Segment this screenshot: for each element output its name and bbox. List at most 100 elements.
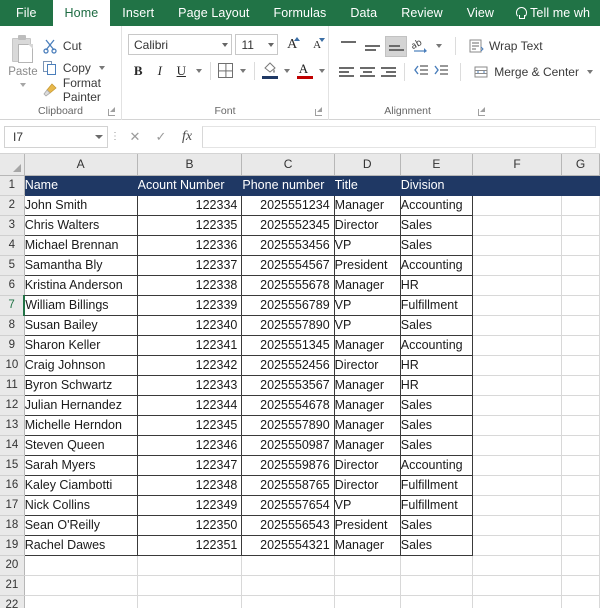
orientation-dropdown-caret[interactable] bbox=[436, 44, 443, 48]
cell-E20[interactable] bbox=[400, 555, 474, 576]
formula-input[interactable] bbox=[202, 125, 596, 148]
cell-A3[interactable]: Chris Walters bbox=[23, 215, 138, 236]
paste-button[interactable]: Paste bbox=[4, 32, 42, 101]
row-header-12[interactable]: 12 bbox=[0, 395, 25, 416]
cell-C17[interactable]: 2025557654 bbox=[241, 495, 335, 516]
cell-C2[interactable]: 2025551234 bbox=[241, 195, 335, 216]
cell-A19[interactable]: Rachel Dawes bbox=[23, 535, 138, 556]
cell-A21[interactable] bbox=[24, 575, 138, 596]
cell-A7[interactable]: William Billings bbox=[23, 295, 138, 316]
cell-B12[interactable]: 122344 bbox=[137, 395, 243, 416]
increase-font-size-button[interactable]: A bbox=[281, 34, 303, 55]
alignment-dialog-launcher[interactable] bbox=[478, 107, 487, 116]
confirm-entry-button[interactable]: ✓ bbox=[148, 126, 174, 148]
chevron-down-icon[interactable] bbox=[95, 134, 103, 139]
cell-D5[interactable]: President bbox=[334, 255, 401, 276]
clipboard-dialog-launcher[interactable] bbox=[108, 107, 117, 116]
cell-D19[interactable]: Manager bbox=[334, 535, 401, 556]
merge-and-center-button[interactable]: Merge & Center bbox=[473, 61, 600, 83]
tell-me-box[interactable]: Tell me wh bbox=[506, 0, 600, 26]
cell-G10[interactable] bbox=[561, 355, 600, 376]
cell-G19[interactable] bbox=[561, 535, 600, 556]
cell-F9[interactable] bbox=[472, 335, 563, 356]
cell-E5[interactable]: Accounting bbox=[400, 255, 474, 276]
cell-A9[interactable]: Sharon Keller bbox=[23, 335, 138, 356]
cell-G8[interactable] bbox=[561, 315, 600, 336]
tab-insert[interactable]: Insert bbox=[110, 0, 166, 26]
insert-function-button[interactable]: fx bbox=[174, 126, 200, 148]
cell-A4[interactable]: Michael Brennan bbox=[23, 235, 138, 256]
cell-G16[interactable] bbox=[561, 475, 600, 496]
row-header-11[interactable]: 11 bbox=[0, 375, 25, 396]
cell-B7[interactable]: 122339 bbox=[137, 295, 243, 316]
column-header-e[interactable]: E bbox=[400, 154, 474, 176]
row-header-17[interactable]: 17 bbox=[0, 495, 25, 516]
cell-F2[interactable] bbox=[472, 195, 563, 216]
cell-D11[interactable]: Manager bbox=[334, 375, 401, 396]
cell-F3[interactable] bbox=[472, 215, 563, 236]
cell-B21[interactable] bbox=[137, 575, 243, 596]
cell-A22[interactable] bbox=[24, 595, 138, 608]
row-header-18[interactable]: 18 bbox=[0, 515, 25, 536]
row-header-19[interactable]: 19 bbox=[0, 535, 25, 556]
cell-B16[interactable]: 122348 bbox=[137, 475, 243, 496]
decrease-indent-button[interactable] bbox=[411, 62, 430, 83]
row-header-5[interactable]: 5 bbox=[0, 255, 25, 276]
cell-E9[interactable]: Accounting bbox=[400, 335, 474, 356]
cell-E10[interactable]: HR bbox=[400, 355, 474, 376]
tab-view[interactable]: View bbox=[455, 0, 506, 26]
cell-G4[interactable] bbox=[561, 235, 600, 256]
column-header-c[interactable]: C bbox=[241, 154, 335, 176]
row-header-2[interactable]: 2 bbox=[0, 195, 25, 216]
cell-C12[interactable]: 2025554678 bbox=[241, 395, 335, 416]
cell-G20[interactable] bbox=[561, 555, 600, 576]
cell-A6[interactable]: Kristina Anderson bbox=[23, 275, 138, 296]
cell-E14[interactable]: Sales bbox=[400, 435, 474, 456]
cell-B13[interactable]: 122345 bbox=[137, 415, 243, 436]
cell-C19[interactable]: 2025554321 bbox=[241, 535, 335, 556]
cell-B6[interactable]: 122338 bbox=[137, 275, 243, 296]
cell-G22[interactable] bbox=[561, 595, 600, 608]
wrap-text-button[interactable]: Wrap Text bbox=[468, 35, 547, 57]
cut-button[interactable]: Cut bbox=[42, 35, 121, 57]
borders-dropdown-caret[interactable] bbox=[239, 68, 246, 73]
font-name-combo[interactable]: Calibri bbox=[128, 34, 233, 55]
font-color-dropdown-caret[interactable] bbox=[318, 68, 325, 73]
cell-B10[interactable]: 122342 bbox=[137, 355, 243, 376]
cell-B14[interactable]: 122346 bbox=[137, 435, 243, 456]
cell-D18[interactable]: President bbox=[334, 515, 401, 536]
tab-review[interactable]: Review bbox=[389, 0, 455, 26]
row-header-14[interactable]: 14 bbox=[0, 435, 25, 456]
cell-G21[interactable] bbox=[561, 575, 600, 596]
cell-C20[interactable] bbox=[241, 555, 335, 576]
cell-F7[interactable] bbox=[472, 295, 563, 316]
row-header-9[interactable]: 9 bbox=[0, 335, 25, 356]
align-bottom-button[interactable] bbox=[385, 35, 408, 57]
cell-D6[interactable]: Manager bbox=[334, 275, 401, 296]
cell-B5[interactable]: 122337 bbox=[137, 255, 243, 276]
cell-C15[interactable]: 2025559876 bbox=[241, 455, 335, 476]
header-cell-B1[interactable]: Acount Number bbox=[137, 174, 243, 196]
fill-color-button[interactable] bbox=[260, 60, 281, 81]
cell-B4[interactable]: 122336 bbox=[137, 235, 243, 256]
tab-page-layout[interactable]: Page Layout bbox=[166, 0, 261, 26]
header-cell-D1[interactable]: Title bbox=[334, 174, 401, 196]
row-header-20[interactable]: 20 bbox=[0, 555, 25, 576]
row-header-21[interactable]: 21 bbox=[0, 575, 25, 596]
fill-color-dropdown-caret[interactable] bbox=[284, 68, 291, 73]
cell-E3[interactable]: Sales bbox=[400, 215, 474, 236]
cell-A10[interactable]: Craig Johnson bbox=[23, 355, 138, 376]
column-header-b[interactable]: B bbox=[137, 154, 243, 176]
cell-B22[interactable] bbox=[137, 595, 243, 608]
borders-button[interactable] bbox=[215, 60, 236, 81]
cell-D10[interactable]: Director bbox=[334, 355, 401, 376]
cell-C9[interactable]: 2025551345 bbox=[241, 335, 335, 356]
cell-G17[interactable] bbox=[561, 495, 600, 516]
cell-C22[interactable] bbox=[241, 595, 335, 608]
cell-F11[interactable] bbox=[472, 375, 563, 396]
cell-D14[interactable]: Manager bbox=[334, 435, 401, 456]
cell-C11[interactable]: 2025553567 bbox=[241, 375, 335, 396]
align-right-button[interactable] bbox=[379, 62, 398, 83]
cell-E16[interactable]: Fulfillment bbox=[400, 475, 474, 496]
align-center-button[interactable] bbox=[358, 62, 377, 83]
